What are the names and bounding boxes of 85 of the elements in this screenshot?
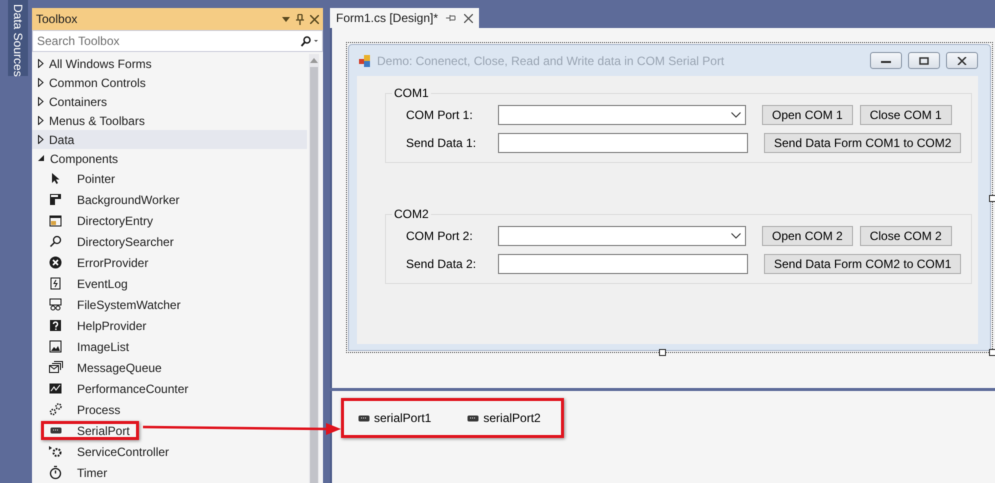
toolbox-item[interactable]: FileSystemWatcher [41,295,190,314]
restore-icon [919,56,929,64]
help-icon [48,318,63,333]
close-button[interactable] [946,52,978,69]
document-icon [48,276,63,291]
form-button[interactable]: Send Data Form COM2 to COM1 [764,254,962,274]
expand-arrow-icon[interactable] [38,135,44,144]
search-box[interactable]: Search Toolbox [32,30,323,52]
resize-handle[interactable] [659,349,666,356]
stopwatch-icon [48,465,63,480]
chevron-down-icon[interactable] [731,233,741,239]
toolbox-item[interactable]: Pointer [41,169,124,188]
toolbox-item[interactable]: DirectoryEntry [41,211,162,230]
close-icon [957,56,967,64]
toolbox-item[interactable]: ImageList [41,337,138,356]
toolbox-category[interactable]: Menus & Toolbars [32,111,307,130]
field-label: COM Port 1: [405,108,474,122]
toolbox-item[interactable]: MessageQueue [41,358,171,377]
toolbox-item[interactable]: HelpProvider [41,316,156,335]
expand-arrow-icon[interactable] [38,97,44,106]
toolbox-item[interactable]: Timer [41,463,116,482]
close-icon[interactable] [310,14,319,24]
toolbox-item[interactable]: Process [41,400,130,419]
port-icon [50,427,62,434]
port-icon [467,414,480,422]
group-title: COM1 [393,86,430,100]
form-button[interactable]: Open COM 2 [762,226,853,246]
toolbox-category[interactable]: Components [32,149,307,168]
toolbox-item[interactable]: PerformanceCounter [41,379,198,398]
toolbox-item[interactable]: SerialPort [41,421,139,440]
resize-handle[interactable] [989,195,995,202]
tray-component[interactable]: serialPort2 [467,411,541,425]
group-title: COM2 [393,207,430,221]
collapse-arrow-icon[interactable] [38,155,45,162]
form-button[interactable]: Close COM 2 [860,226,952,246]
image-icon [48,339,63,354]
window-icon [48,192,63,207]
tray-component[interactable]: serialPort1 [358,411,432,425]
search-icon [48,234,63,249]
search-icon[interactable] [300,36,318,46]
panel-title: Toolbox [36,12,78,26]
toolbox-item[interactable]: DirectorySearcher [41,232,183,251]
toolbox-category[interactable]: Common Controls [32,73,307,92]
minimize-button[interactable] [870,52,902,69]
text-field[interactable] [498,133,748,153]
form-button[interactable]: Open COM 1 [762,105,853,125]
resize-handle[interactable] [989,349,995,356]
binoculars-icon [48,297,63,312]
chevron-down-icon[interactable] [731,112,741,118]
envelope-stack-icon [48,360,63,375]
close-icon[interactable] [464,14,474,22]
x-circle-icon [48,255,63,270]
side-tab[interactable]: Data Sources [8,0,28,76]
form-button[interactable]: Close COM 1 [860,105,952,125]
toolbox-item[interactable]: BackgroundWorker [41,190,188,209]
combo-box[interactable] [498,226,746,246]
text-field[interactable] [498,254,748,274]
chart-icon [48,381,63,396]
search-field[interactable]: Search Toolbox [37,34,300,48]
restore-button[interactable] [908,52,940,69]
field-label: Send Data 2: [405,257,478,271]
toolbox-category[interactable]: Data [32,130,307,149]
app-icon [359,54,371,66]
pin-icon[interactable] [446,14,456,22]
gears-icon [48,402,63,417]
dropdown-icon[interactable] [282,16,290,22]
folder-window-icon [48,213,63,228]
form-button[interactable]: Send Data Form COM1 to COM2 [764,133,962,153]
expand-arrow-icon[interactable] [38,116,44,125]
scrollbar[interactable] [309,54,319,483]
expand-arrow-icon[interactable] [38,78,44,87]
pin-icon[interactable] [296,14,304,24]
gear-icon [48,444,63,459]
toolbox-item[interactable]: ServiceController [41,442,178,461]
document-tab[interactable]: Form1.cs [Design]* [330,8,480,28]
toolbox-category[interactable]: All Windows Forms [32,54,307,73]
field-label: Send Data 1: [405,136,478,150]
form-title: Demo: Conenect, Close, Read and Write data in COM Serial Port [377,54,726,68]
toolbox-item[interactable]: EventLog [41,274,137,293]
expand-arrow-icon[interactable] [38,59,44,68]
field-label: COM Port 2: [405,229,474,243]
port-icon [358,414,370,422]
toolbox-item[interactable]: ErrorProvider [41,253,158,272]
toolbox-category[interactable]: Containers [32,92,307,111]
combo-box[interactable] [498,105,746,125]
